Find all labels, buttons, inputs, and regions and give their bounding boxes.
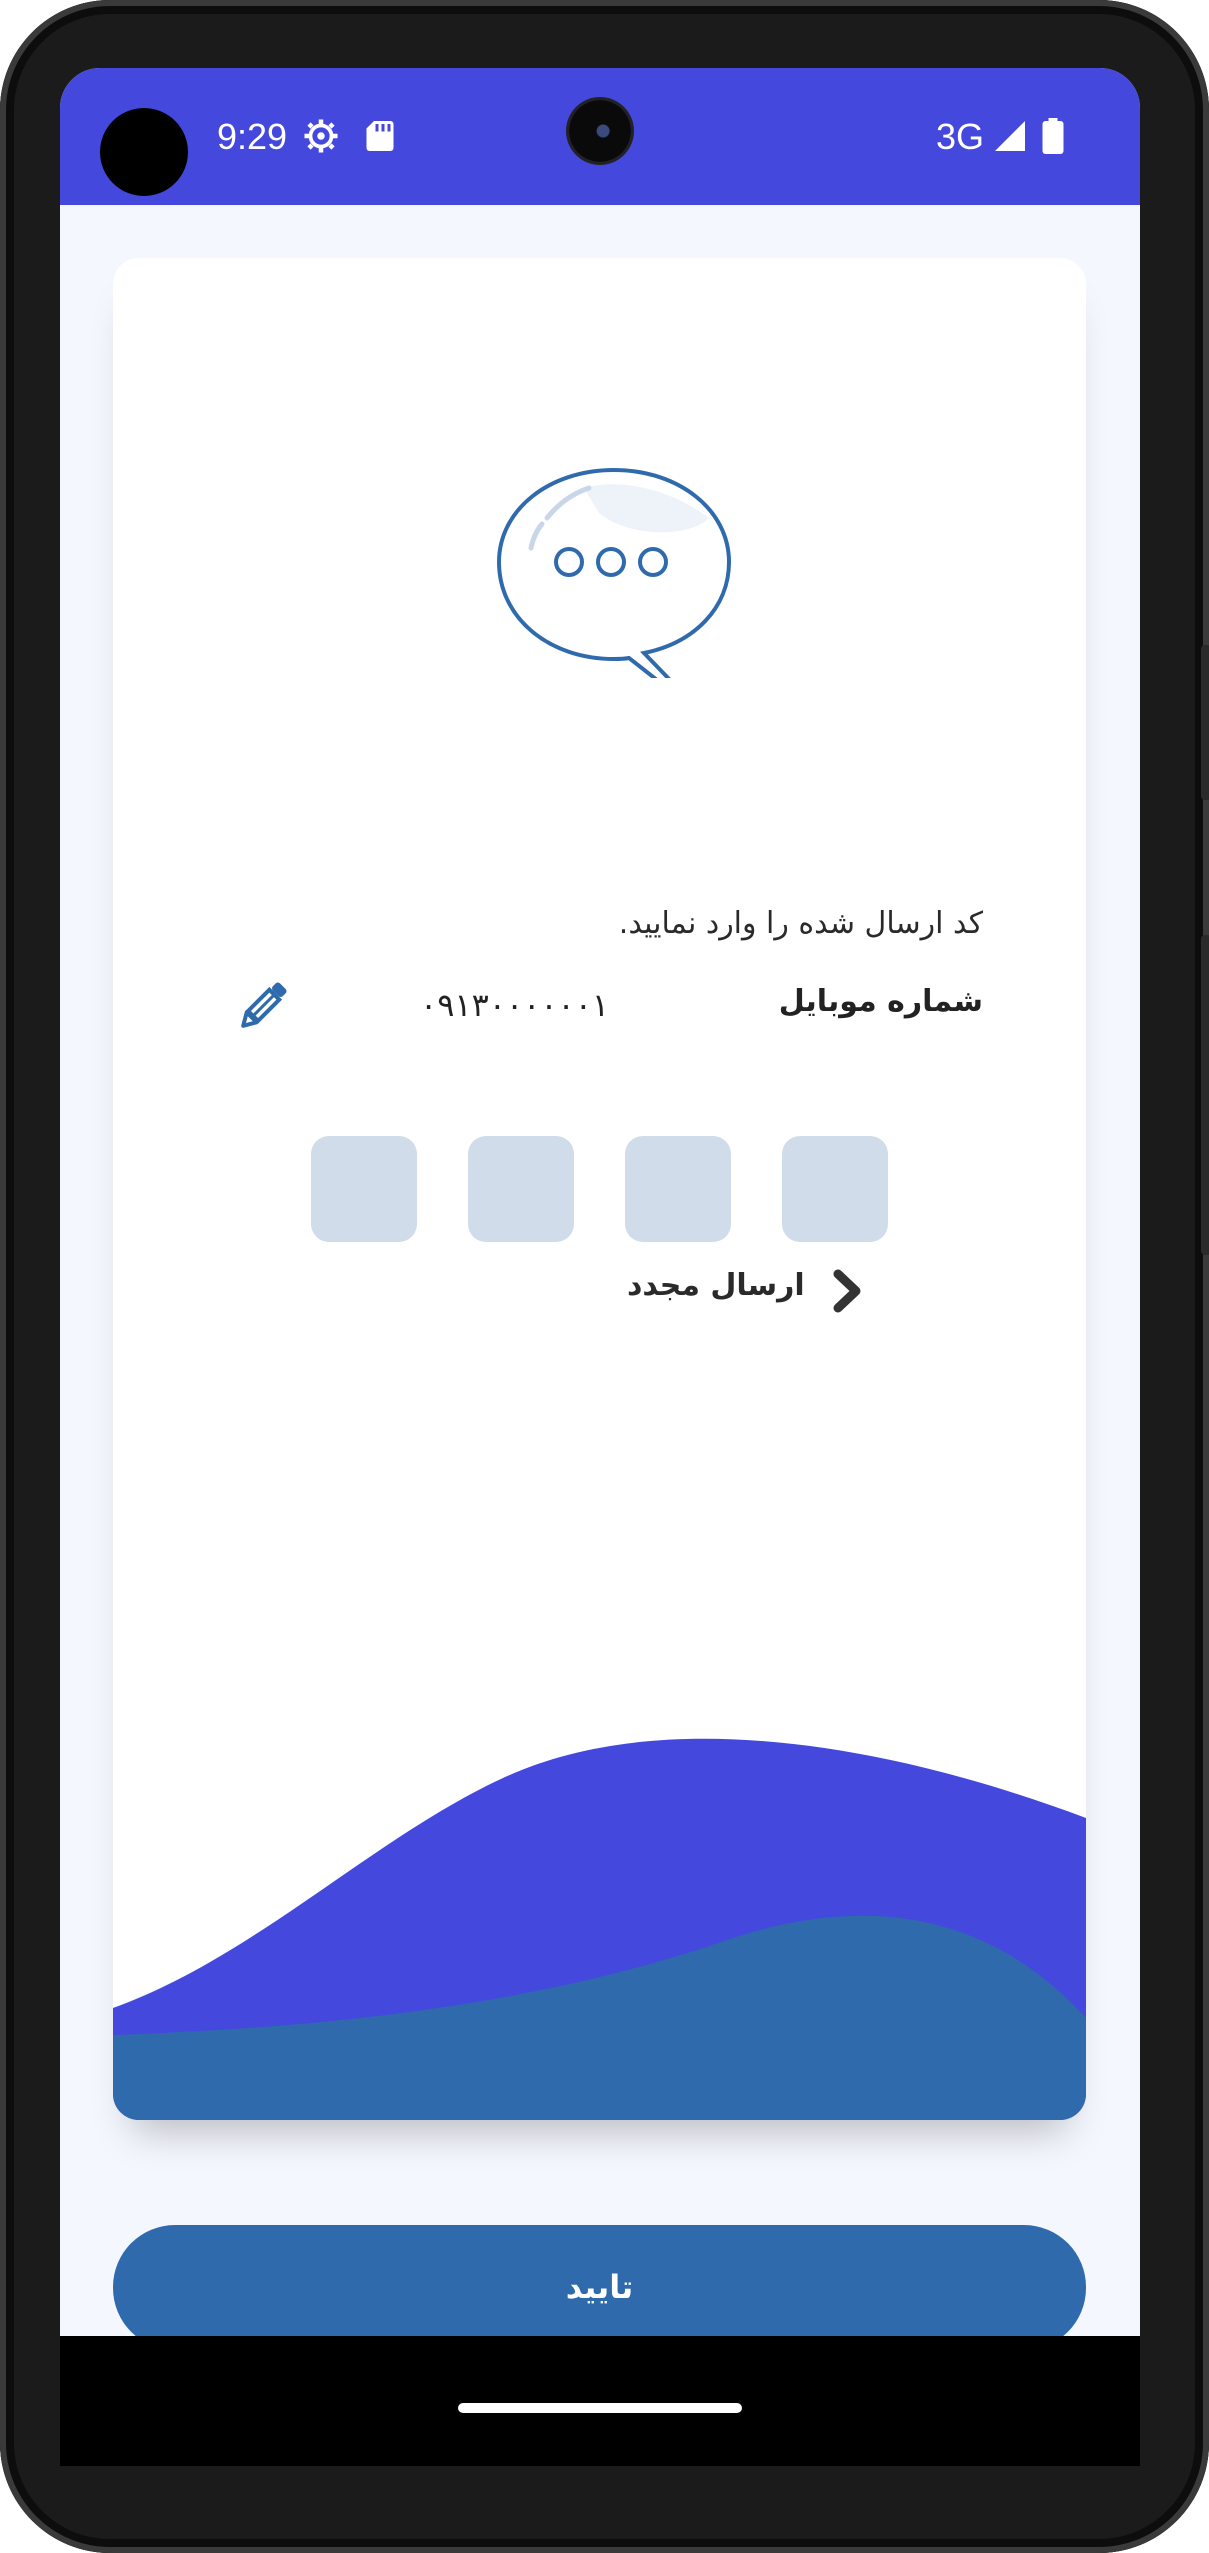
otp-digit-4[interactable] [311,1136,417,1242]
resend-link[interactable]: ارسال مجدد [627,1268,805,1318]
battery-icon [1042,118,1064,154]
phone-number: ۰۹۱۳۰۰۰۰۰۰۱ [420,986,610,1024]
signal-icon [995,121,1025,151]
power-button [1201,645,1209,800]
phone-label: شماره موبایل [778,984,983,1019]
instruction-text: کد ارسال شده را وارد نمایید. [618,906,983,941]
status-time: 9:29 [217,116,288,157]
chat-bubble-icon [496,467,732,678]
screen: 9:29 3G کد ارسال شده را وارد نمایید. شما… [60,68,1140,2466]
home-gesture-pill[interactable] [458,2403,742,2413]
confirm-button[interactable]: تایید [113,2225,1086,2350]
verification-card: کد ارسال شده را وارد نمایید. شماره موبای… [113,258,1086,2120]
navigation-bar [60,2336,1140,2466]
device-frame: 9:29 3G کد ارسال شده را وارد نمایید. شما… [0,0,1209,2553]
edit-pencil-icon[interactable] [233,976,293,1036]
decorative-waves [113,1738,1086,2120]
volume-buttons [1201,935,1209,1255]
front-camera [569,100,631,162]
otp-digit-1[interactable] [782,1136,888,1242]
otp-input-row [311,1136,889,1242]
punch-hole [100,108,188,196]
sd-card-icon [366,121,394,151]
otp-digit-3[interactable] [468,1136,574,1242]
otp-digit-2[interactable] [625,1136,731,1242]
network-type: 3G [936,116,985,157]
settings-gear-icon [304,119,338,153]
chevron-right-icon[interactable] [828,1266,868,1316]
status-bar: 9:29 3G [60,68,1140,205]
